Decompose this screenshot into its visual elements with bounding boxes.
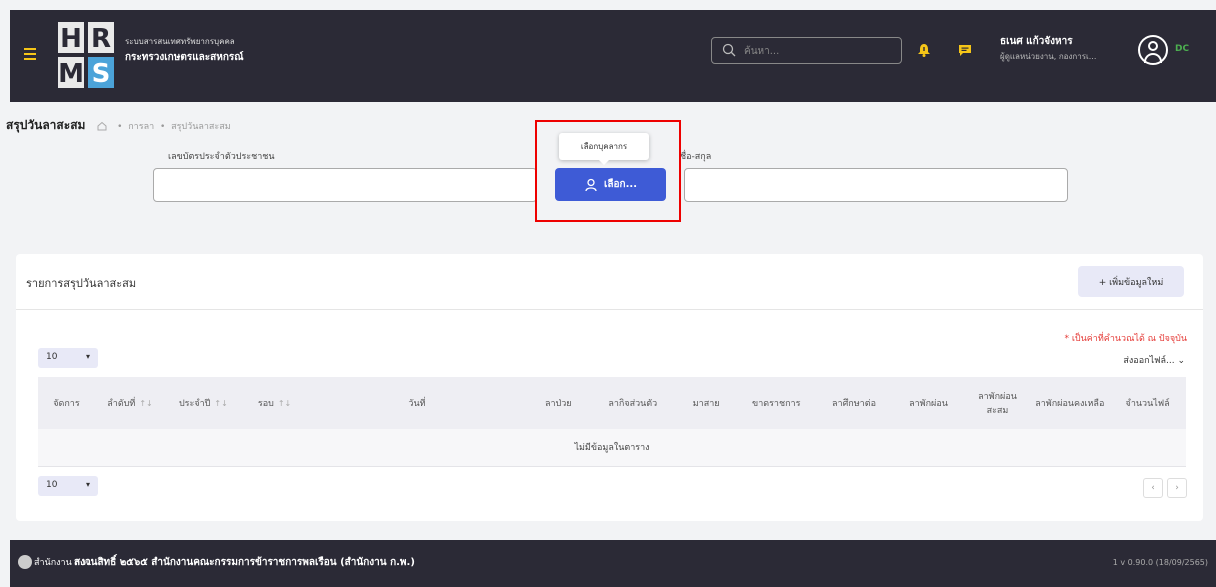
logo-letter: S bbox=[92, 59, 111, 88]
breadcrumb-leave[interactable]: การลา bbox=[128, 122, 154, 132]
leave-summary-table: จัดการ ลำดับที่ ↑↓ ประจำปี ↑↓ รอบ ↑↓ วันที่… bbox=[38, 377, 1186, 467]
column-header: ลาพักผ่อนสะสม bbox=[978, 392, 1017, 416]
full-name-field[interactable] bbox=[684, 168, 1068, 202]
hrms-logo: H R M S bbox=[58, 22, 114, 88]
column-header[interactable]: รอบ ↑↓ bbox=[242, 377, 308, 429]
user-name[interactable]: ธเนศ แก้วจังหาร bbox=[1000, 34, 1073, 49]
summary-list-card: รายการสรุปวันลาสะสม + เพิ่มข้อมูลใหม่ * … bbox=[16, 254, 1203, 521]
column-header: ลากิจส่วนตัว bbox=[608, 399, 658, 409]
logo-letter: H bbox=[60, 24, 82, 54]
top-bar: H R M S ระบบสารสนเทศทรัพยากรบุคคล กระทรว… bbox=[10, 10, 1216, 102]
column-header: จัดการ bbox=[53, 399, 80, 409]
id-number-field[interactable] bbox=[153, 168, 537, 202]
next-page-icon[interactable]: › bbox=[1167, 478, 1187, 498]
sort-icon[interactable]: ↑↓ bbox=[278, 399, 291, 408]
column-header: ลาพักผ่อนคงเหลือ bbox=[1035, 399, 1105, 409]
hamburger-menu-icon[interactable] bbox=[24, 48, 36, 60]
page-size-select-top[interactable]: 10 ▾ bbox=[38, 348, 98, 368]
search-icon bbox=[722, 43, 736, 57]
app-version: 1 v 0.90.0 (18/09/2565) bbox=[1112, 558, 1208, 567]
id-number-label: เลขบัตรประจำตัวประชาชน bbox=[168, 152, 275, 162]
export-label: ส่งออกไฟล์... bbox=[1123, 356, 1175, 366]
breadcrumb-separator: • bbox=[117, 122, 123, 132]
add-new-button[interactable]: + เพิ่มข้อมูลใหม่ bbox=[1078, 266, 1184, 297]
notification-bell-icon[interactable] bbox=[917, 43, 931, 57]
system-title: ระบบสารสนเทศทรัพยากรบุคคล bbox=[125, 37, 235, 46]
column-header: จำนวนไฟล์ bbox=[1125, 399, 1170, 409]
calculated-note: * เป็นค่าที่คำนวณได้ ณ ปัจจุบัน bbox=[1064, 334, 1187, 344]
page-size-select-bottom[interactable]: 10 ▾ bbox=[38, 476, 98, 496]
sort-icon[interactable]: ↑↓ bbox=[139, 399, 152, 408]
chevron-down-icon: ▾ bbox=[85, 352, 90, 361]
full-name-label: ชื่อ-สกุล bbox=[680, 152, 712, 162]
column-header: ลาพักผ่อน bbox=[909, 399, 948, 409]
export-dropdown[interactable]: ส่งออกไฟล์... ⌄ bbox=[1123, 353, 1185, 367]
user-role: ผู้ดูแลหน่วยงาน, กองการเ... bbox=[1000, 52, 1097, 61]
column-header[interactable]: ประจำปี ↑↓ bbox=[165, 377, 242, 429]
list-title: รายการสรุปวันลาสะสม bbox=[26, 277, 137, 290]
message-icon[interactable] bbox=[958, 44, 972, 57]
divider bbox=[16, 309, 1203, 310]
column-header: ลาศึกษาต่อ bbox=[832, 399, 876, 409]
chevron-down-icon: ▾ bbox=[85, 480, 90, 489]
footer-copyright: สงวนสิทธิ์ ๒๕๖๕ สำนักงานคณะกรรมการข้าราช… bbox=[74, 557, 415, 568]
footer: สำนักงาน ก.พ. สงวนสิทธิ์ ๒๕๖๕ สำนักงานคณ… bbox=[10, 540, 1216, 587]
ocsc-logo-icon bbox=[18, 555, 32, 569]
search-box[interactable] bbox=[711, 37, 902, 64]
column-header: วันที่ bbox=[408, 399, 426, 409]
logo-letter: M bbox=[58, 59, 84, 88]
logo-letter: R bbox=[91, 24, 111, 54]
user-initials: DC bbox=[1175, 44, 1190, 54]
sort-icon[interactable]: ↑↓ bbox=[214, 399, 227, 408]
page-size-value: 10 bbox=[46, 352, 58, 362]
breadcrumb-current: สรุปวันลาสะสม bbox=[171, 122, 231, 132]
column-header: ลาป่วย bbox=[544, 399, 572, 409]
breadcrumb-separator: • bbox=[159, 122, 166, 132]
user-avatar-icon[interactable] bbox=[1138, 35, 1168, 65]
highlight-box bbox=[535, 120, 681, 222]
search-input[interactable] bbox=[744, 42, 894, 60]
column-header: มาสาย bbox=[692, 399, 720, 409]
page-header: สรุปวันลาสะสม • การลา • สรุปวันลาสะสม bbox=[6, 116, 231, 135]
empty-table-message: ไม่มีข้อมูลในตาราง bbox=[38, 429, 1186, 467]
chevron-down-icon: ⌄ bbox=[1177, 356, 1185, 366]
prev-page-icon[interactable]: ‹ bbox=[1143, 478, 1163, 498]
column-header: ขาดราชการ bbox=[752, 399, 801, 409]
home-icon[interactable] bbox=[97, 121, 107, 131]
pagination: ‹ › bbox=[1143, 478, 1187, 498]
ministry-name: กระทรวงเกษตรและสหกรณ์ bbox=[125, 52, 244, 63]
table-header-row: จัดการ ลำดับที่ ↑↓ ประจำปี ↑↓ รอบ ↑↓ วันที่… bbox=[38, 377, 1186, 429]
page-size-value: 10 bbox=[46, 480, 58, 490]
column-header[interactable]: ลำดับที่ ↑↓ bbox=[95, 377, 165, 429]
page-title: สรุปวันลาสะสม bbox=[6, 118, 86, 132]
table-row: ไม่มีข้อมูลในตาราง bbox=[38, 429, 1186, 467]
